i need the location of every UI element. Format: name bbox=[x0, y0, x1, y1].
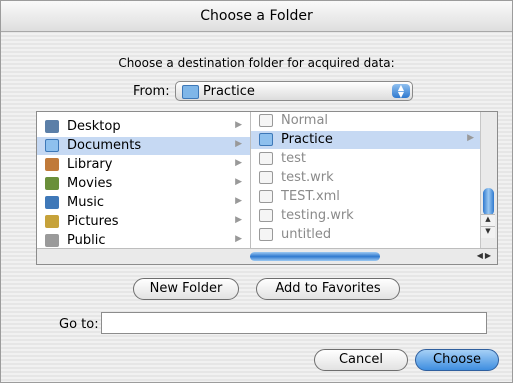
document-icon bbox=[259, 228, 273, 241]
list-item[interactable]: Desktop ▶ bbox=[37, 118, 250, 136]
list-item-label: Pictures bbox=[67, 214, 119, 229]
cancel-button[interactable]: Cancel bbox=[314, 349, 408, 371]
from-label: From: bbox=[133, 84, 170, 99]
folder-icon bbox=[259, 133, 273, 146]
music-folder-icon bbox=[45, 196, 59, 209]
list-item-label: Practice bbox=[281, 132, 333, 147]
choose-folder-dialog: Choose a Folder Choose a destination fol… bbox=[0, 0, 513, 383]
list-item[interactable]: Pictures ▶ bbox=[37, 213, 250, 231]
document-icon bbox=[259, 190, 273, 203]
vertical-scrollbar[interactable]: ▲ ▼ bbox=[480, 112, 497, 250]
chevron-up-down-icon: ▲ ▼ bbox=[392, 84, 410, 99]
browser-column-1: Desktop ▶ Documents ▶ Library ▶ Movies ▶ Music ▶ P… bbox=[37, 112, 251, 250]
from-selected-value: Practice bbox=[203, 84, 255, 99]
document-icon bbox=[259, 152, 273, 165]
movies-folder-icon bbox=[45, 177, 59, 190]
list-item-label: Public bbox=[67, 233, 106, 248]
list-item[interactable]: untitled bbox=[251, 226, 482, 244]
disclosure-arrow-icon: ▶ bbox=[235, 215, 242, 225]
list-item-label: Movies bbox=[67, 176, 113, 191]
list-item[interactable]: test.wrk bbox=[251, 169, 482, 187]
disclosure-arrow-icon: ▶ bbox=[235, 196, 242, 206]
list-item-label: TEST.xml bbox=[281, 189, 340, 204]
horizontal-scroll-thumb[interactable] bbox=[250, 252, 380, 261]
window-title: Choose a Folder bbox=[200, 8, 313, 24]
disclosure-arrow-icon: ▶ bbox=[467, 133, 474, 143]
folder-icon bbox=[182, 85, 199, 99]
list-item[interactable]: Documents ▶ bbox=[37, 137, 250, 155]
prompt-text: Choose a destination folder for acquired… bbox=[118, 56, 395, 70]
list-item[interactable]: test bbox=[251, 150, 482, 168]
list-item-label: Documents bbox=[67, 138, 142, 153]
list-item[interactable]: testing.wrk bbox=[251, 207, 482, 225]
disclosure-arrow-icon: ▶ bbox=[235, 120, 242, 130]
list-item[interactable]: Library ▶ bbox=[37, 156, 250, 174]
new-folder-button[interactable]: New Folder bbox=[133, 278, 239, 300]
disclosure-arrow-icon: ▶ bbox=[235, 234, 242, 244]
choose-button[interactable]: Choose bbox=[415, 349, 499, 371]
disclosure-arrow-icon: ▶ bbox=[235, 177, 242, 187]
list-item-label: Library bbox=[67, 157, 113, 172]
list-item[interactable]: Normal bbox=[251, 112, 482, 130]
horizontal-scrollbar[interactable]: ◀▶ bbox=[37, 248, 497, 264]
list-item[interactable]: Music ▶ bbox=[37, 194, 250, 212]
list-item[interactable]: TEST.xml bbox=[251, 188, 482, 206]
title-bar[interactable]: Choose a Folder bbox=[1, 1, 512, 32]
document-icon bbox=[259, 171, 273, 184]
list-item-label: Music bbox=[67, 195, 104, 210]
disclosure-arrow-icon: ▶ bbox=[235, 139, 242, 149]
document-icon bbox=[259, 114, 273, 127]
scroll-left-right-buttons[interactable]: ◀▶ bbox=[477, 251, 493, 260]
from-popup[interactable]: Practice ▲ ▼ bbox=[175, 81, 413, 101]
pictures-folder-icon bbox=[45, 215, 59, 228]
browser-column-2: Normal Practice ▶ test test.wrk TEST.xml testi… bbox=[251, 112, 482, 250]
list-item-label: Normal bbox=[281, 113, 329, 128]
document-icon bbox=[259, 209, 273, 222]
column-browser: Desktop ▶ Documents ▶ Library ▶ Movies ▶ Music ▶ P… bbox=[36, 111, 498, 265]
list-item[interactable]: Movies ▶ bbox=[37, 175, 250, 193]
public-folder-icon bbox=[45, 234, 59, 247]
scroll-up-button[interactable]: ▲ bbox=[481, 214, 495, 226]
goto-input[interactable] bbox=[101, 312, 487, 334]
list-item[interactable]: Practice ▶ bbox=[251, 131, 482, 149]
scroll-down-button[interactable]: ▼ bbox=[481, 226, 495, 238]
add-to-favorites-button[interactable]: Add to Favorites bbox=[256, 278, 400, 300]
disclosure-arrow-icon: ▶ bbox=[235, 158, 242, 168]
desktop-icon bbox=[45, 120, 59, 133]
folder-icon bbox=[45, 139, 59, 152]
library-folder-icon bbox=[45, 158, 59, 171]
goto-label: Go to: bbox=[59, 317, 99, 332]
list-item-label: untitled bbox=[281, 227, 332, 242]
list-item-label: testing.wrk bbox=[281, 208, 354, 223]
list-item-label: test bbox=[281, 151, 306, 166]
list-item-label: Desktop bbox=[67, 119, 121, 134]
list-item-label: test.wrk bbox=[281, 170, 334, 185]
vertical-scroll-thumb[interactable] bbox=[483, 188, 494, 216]
